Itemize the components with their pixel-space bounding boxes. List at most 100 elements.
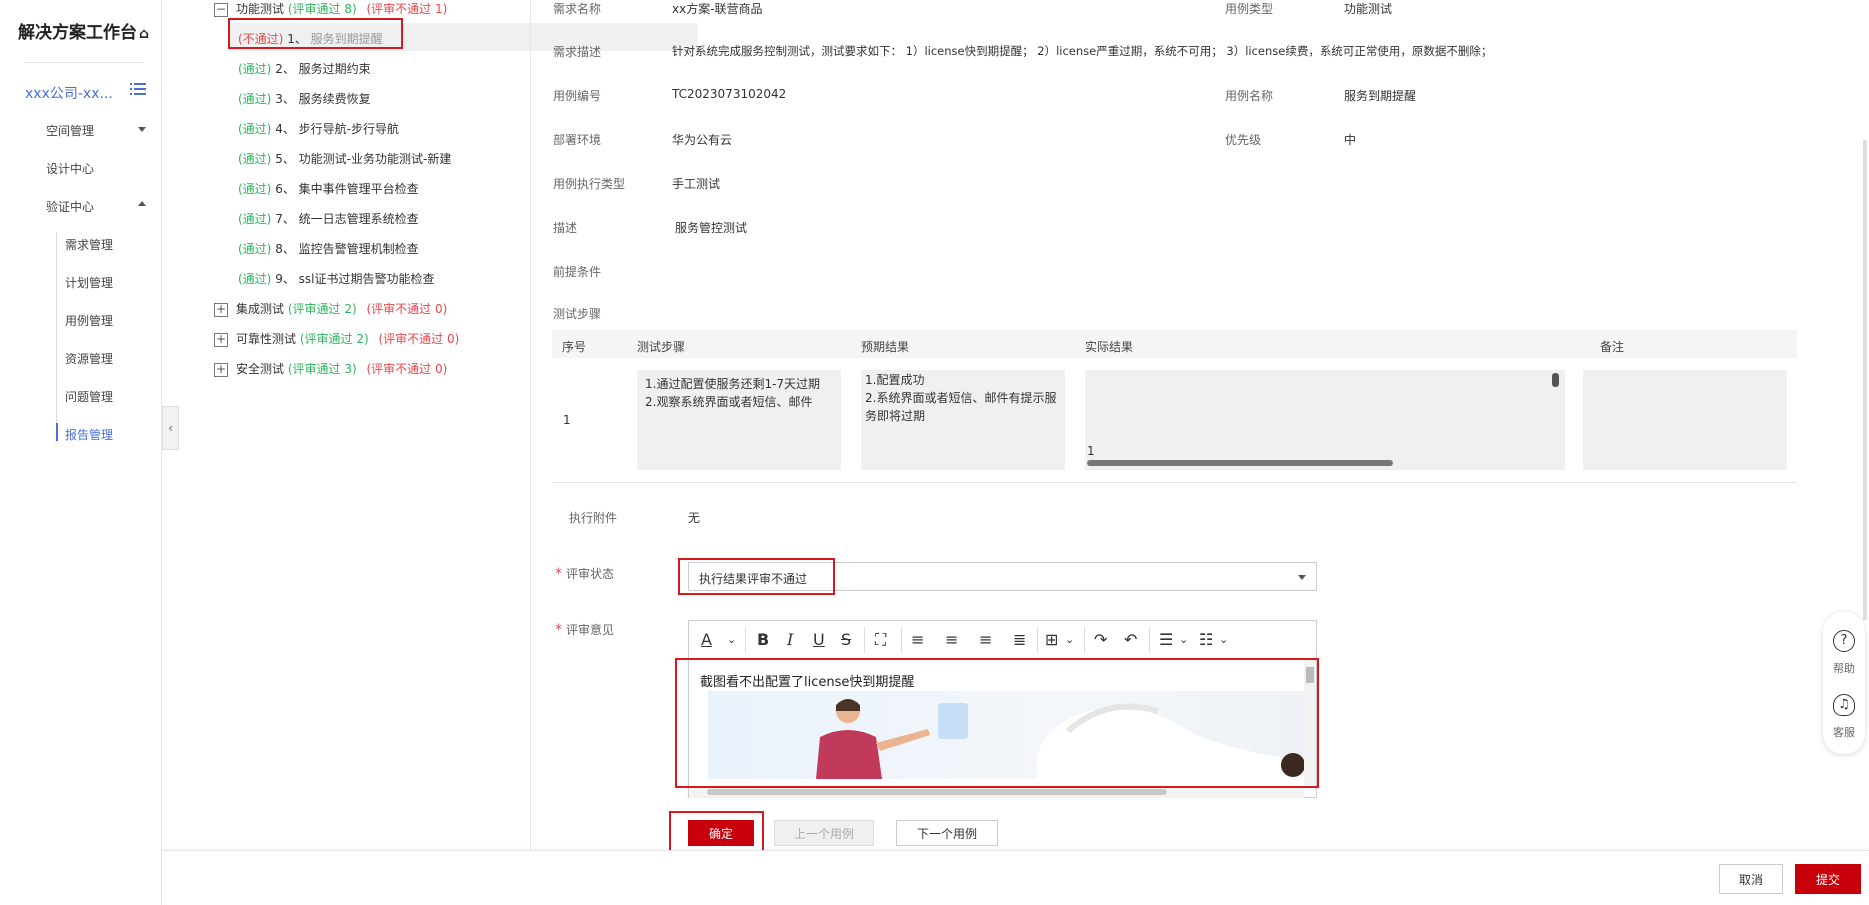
expected-line-1: 1.配置成功: [865, 373, 925, 387]
exec-type-label: 用例执行类型: [553, 177, 626, 191]
table-icon[interactable]: ⊞: [1045, 630, 1058, 649]
tree-case-3[interactable]: (通过) 3、 服务续费恢复: [238, 90, 371, 107]
tree-group-func[interactable]: − 功能测试 (评审通过 8) (评审不通过 1): [214, 0, 447, 17]
bold-icon[interactable]: B: [757, 630, 769, 649]
review-status-label: * 评审状态: [555, 565, 614, 582]
actual-hscroll-thumb[interactable]: [1087, 460, 1393, 466]
actual-cell[interactable]: 1: [1085, 370, 1565, 470]
th-steps: 测试步骤: [637, 340, 686, 354]
editor-hscroll-thumb[interactable]: [707, 789, 1167, 795]
tree-case-9[interactable]: (通过) 9、 ssl证书过期告警功能检查: [238, 270, 435, 287]
env-value: 华为公有云: [672, 133, 733, 147]
font-color-icon[interactable]: A: [701, 630, 712, 649]
group-pass-count: (评审通过 2): [287, 302, 357, 316]
sidebar-item-reports[interactable]: 报告管理: [65, 426, 113, 443]
review-comment-label: * 评审意见: [555, 621, 614, 638]
highlight-box: [675, 658, 1319, 788]
toolbar-separator: [1149, 627, 1150, 653]
case-name-label: 用例名称: [1225, 89, 1274, 103]
tree-case-2[interactable]: (通过) 2、 服务过期约束: [238, 60, 371, 77]
case-status: (通过): [238, 62, 272, 76]
sidebar: 解决方案工作台 ⌂ xxx公司-xx... 空间管理 设计中心 验证中心 需求管理…: [0, 0, 162, 905]
headset-icon[interactable]: ♫: [1833, 694, 1855, 716]
home-icon[interactable]: ⌂: [139, 26, 149, 42]
list-menu-icon[interactable]: [130, 82, 146, 96]
toolbar-separator: [1037, 627, 1038, 653]
steps-cell[interactable]: 1.通过配置使服务还剩1-7天过期 2.观察系统界面或者短信、邮件: [637, 370, 841, 470]
case-type-value: 功能测试: [1344, 2, 1393, 16]
bullet-list-icon[interactable]: ☰: [1159, 630, 1173, 649]
help-icon[interactable]: ?: [1833, 630, 1855, 652]
tree-case-6[interactable]: (通过) 6、 集中事件管理平台检查: [238, 180, 419, 197]
editor-toolbar: A ⌄ B I U S ⛶ ≡ ≡ ≡ ≣ ⊞ ⌄ ↷ ↶ ☰ ⌄ ☷ ⌄: [689, 621, 1316, 659]
tree-case-5[interactable]: (通过) 5、 功能测试-业务功能测试-新建: [238, 150, 451, 167]
sidebar-item-verify[interactable]: 验证中心: [46, 198, 94, 215]
remark-cell[interactable]: [1583, 370, 1787, 470]
submit-button[interactable]: 提交: [1795, 864, 1861, 894]
brand-title[interactable]: 解决方案工作台 ⌂: [18, 18, 149, 43]
collapse-sidebar-button[interactable]: ‹: [162, 406, 179, 450]
sidebar-item-resources[interactable]: 资源管理: [65, 350, 113, 367]
active-indicator: [56, 423, 58, 441]
tree-case-8[interactable]: (通过) 8、 监控告警管理机制检查: [238, 240, 419, 257]
case-name: 集中事件管理平台检查: [298, 182, 419, 196]
tree-case-4[interactable]: (通过) 4、 步行导航-步行导航: [238, 120, 399, 137]
sidebar-item-design[interactable]: 设计中心: [46, 160, 94, 177]
chevron-down-icon[interactable]: [138, 127, 146, 132]
expand-icon[interactable]: +: [214, 332, 228, 347]
group-pass-count: (评审通过 3): [287, 362, 357, 376]
chevron-down-icon[interactable]: [1298, 575, 1306, 580]
sidebar-item-space[interactable]: 空间管理: [46, 122, 94, 139]
tree-case-7[interactable]: (通过) 7、 统一日志管理系统检查: [238, 210, 419, 227]
company-selector[interactable]: xxx公司-xx...: [25, 83, 113, 103]
expected-line-2: 2.系统界面或者短信、邮件有提示服: [865, 391, 1057, 405]
tree-group-reliability[interactable]: + 可靠性测试 (评审通过 2) (评审不通过 0): [214, 330, 459, 347]
numbered-list-icon[interactable]: ☷: [1199, 630, 1213, 649]
sidebar-item-cases[interactable]: 用例管理: [65, 312, 113, 329]
align-left-icon[interactable]: ≡: [911, 630, 924, 649]
review-status-text: 评审状态: [566, 567, 615, 581]
chevron-up-icon[interactable]: [138, 201, 146, 206]
toolbar-separator: [864, 627, 865, 653]
prev-case-button[interactable]: 上一个用例: [774, 820, 874, 846]
case-name: 功能测试-业务功能测试-新建: [298, 152, 452, 166]
next-case-button[interactable]: 下一个用例: [896, 820, 998, 846]
align-right-icon[interactable]: ≡: [979, 630, 992, 649]
redo-icon[interactable]: ↷: [1094, 630, 1107, 649]
italic-icon[interactable]: I: [787, 630, 793, 649]
cancel-button[interactable]: 取消: [1719, 864, 1783, 894]
fullscreen-icon[interactable]: ⛶: [875, 630, 886, 650]
align-justify-icon[interactable]: ≣: [1013, 630, 1026, 649]
chevron-down-icon[interactable]: ⌄: [1219, 633, 1228, 646]
strikethrough-icon[interactable]: S: [841, 630, 851, 649]
actual-vscroll-thumb[interactable]: [1552, 373, 1559, 387]
help-label[interactable]: 帮助: [1823, 660, 1865, 676]
desc-label: 描述: [553, 221, 578, 235]
expand-icon[interactable]: +: [214, 302, 228, 317]
undo-icon[interactable]: ↶: [1124, 630, 1137, 649]
align-center-icon[interactable]: ≡: [945, 630, 958, 649]
th-remark: 备注: [1600, 340, 1625, 354]
collapse-icon[interactable]: −: [214, 2, 228, 17]
req-name-label: 需求名称: [553, 2, 602, 16]
chevron-down-icon[interactable]: ⌄: [1065, 633, 1074, 646]
case-status: (通过): [238, 92, 272, 106]
highlight-box: [228, 18, 403, 49]
exec-type-value: 手工测试: [672, 177, 721, 191]
service-label[interactable]: 客服: [1823, 724, 1865, 740]
chevron-down-icon[interactable]: ⌄: [727, 633, 736, 646]
th-expected: 预期结果: [861, 340, 910, 354]
case-no-label: 用例编号: [553, 89, 602, 103]
tree-group-security[interactable]: + 安全测试 (评审通过 3) (评审不通过 0): [214, 360, 447, 377]
expected-cell[interactable]: 1.配置成功 2.系统界面或者短信、邮件有提示服 务即将过期: [861, 370, 1065, 470]
sidebar-item-issues[interactable]: 问题管理: [65, 388, 113, 405]
chevron-down-icon[interactable]: ⌄: [1179, 633, 1188, 646]
underline-icon[interactable]: U: [813, 630, 825, 649]
sidebar-item-requirements[interactable]: 需求管理: [65, 236, 113, 253]
case-num: 7、: [275, 212, 295, 226]
sidebar-item-plans[interactable]: 计划管理: [65, 274, 113, 291]
expand-icon[interactable]: +: [214, 362, 228, 377]
page-scrollbar[interactable]: [1863, 140, 1867, 620]
group-pass-count: (评审通过 8): [287, 2, 357, 16]
tree-group-integration[interactable]: + 集成测试 (评审通过 2) (评审不通过 0): [214, 300, 447, 317]
